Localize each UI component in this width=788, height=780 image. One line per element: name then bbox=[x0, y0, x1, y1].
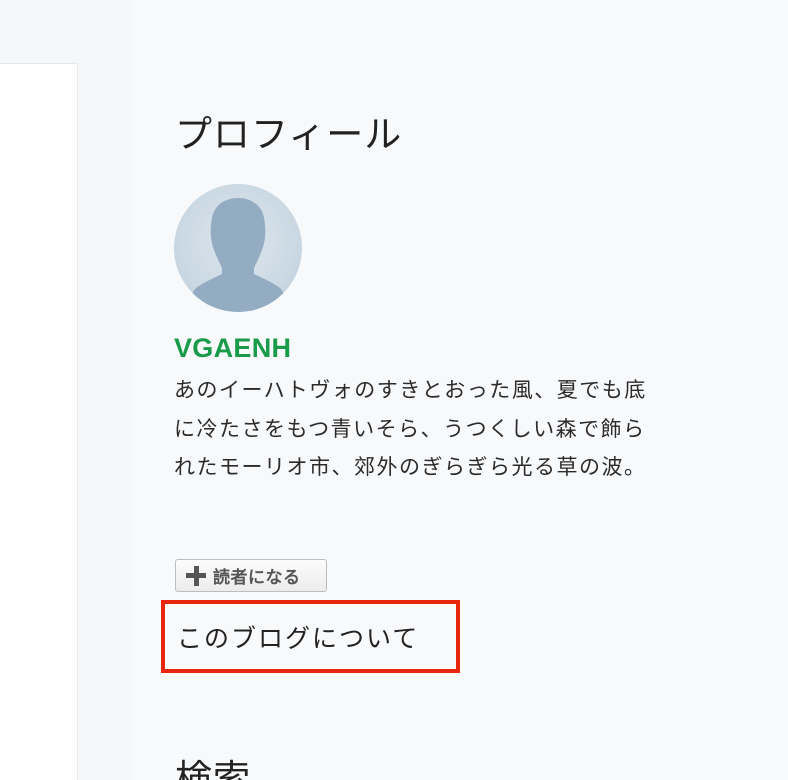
about-blog-label: このブログについて bbox=[177, 623, 420, 653]
search-section-title: 検索 bbox=[175, 757, 251, 780]
main-content-column bbox=[0, 63, 78, 780]
subscribe-button[interactable]: 読者になる bbox=[175, 559, 327, 592]
profile-section-title: プロフィール bbox=[175, 113, 403, 156]
profile-username-link[interactable]: VGAENH bbox=[174, 333, 291, 364]
user-silhouette-icon bbox=[190, 198, 286, 312]
about-blog-link[interactable]: このブログについて bbox=[161, 600, 460, 673]
page: プロフィール VGAENH あのイーハトヴォのすきとおった風、夏でも底に冷たさを… bbox=[0, 0, 788, 780]
plus-icon bbox=[186, 565, 206, 586]
profile-bio: あのイーハトヴォのすきとおった風、夏でも底に冷たさをもつ青いそら、うつくしい森で… bbox=[174, 378, 647, 479]
profile-avatar[interactable] bbox=[174, 184, 302, 312]
subscribe-button-label: 読者になる bbox=[213, 568, 301, 588]
